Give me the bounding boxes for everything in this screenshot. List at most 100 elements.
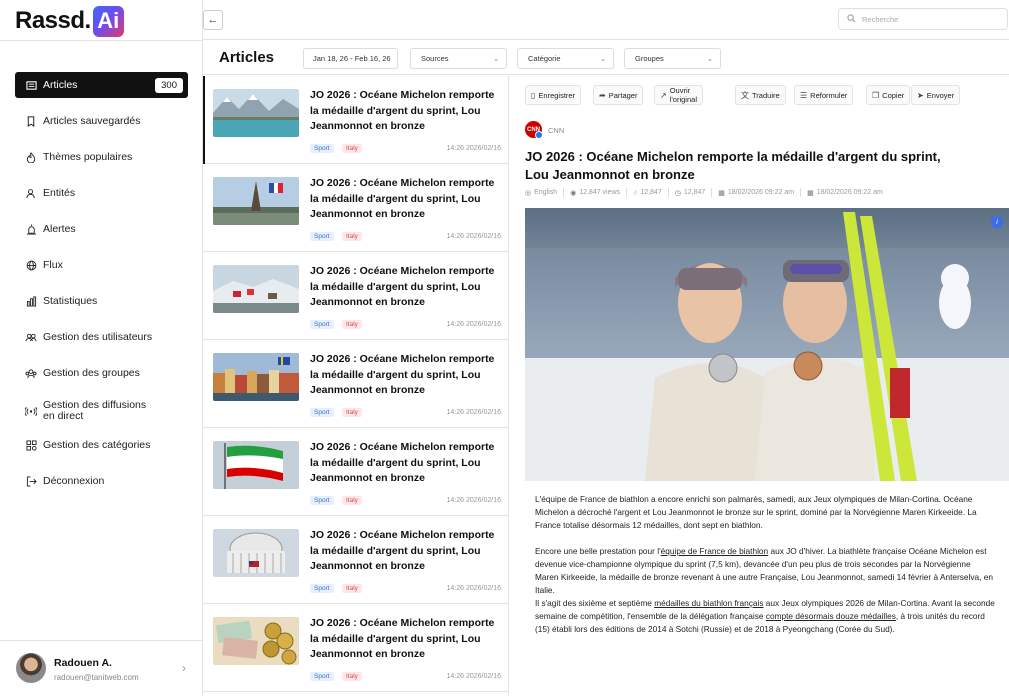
link-twelve-medals[interactable]: compte désormais douze médailles: [766, 611, 896, 621]
tag-italy: Italy: [342, 672, 362, 681]
article-body: L'équipe de France de biathlon a encore …: [535, 493, 995, 649]
sources-filter[interactable]: Sources ⌄: [410, 48, 507, 69]
tag-italy: Italy: [342, 408, 362, 417]
search-placeholder: Recherche: [862, 14, 899, 24]
share-button[interactable]: ➦ Partager: [593, 85, 644, 105]
article-thumbnail: [213, 89, 299, 137]
sidebar-item-entities[interactable]: Entités: [15, 180, 188, 206]
article-paragraph: Il s'agit des sixième et septième médail…: [535, 597, 995, 636]
open-original-label: Ouvrir l'original: [669, 86, 697, 104]
article-thumbnail: [213, 177, 299, 225]
list-item[interactable]: JO 2026 : Océane Michelon remporte la mé…: [203, 164, 508, 252]
link-french-biathlon-medals[interactable]: médailles du biathlon français: [654, 598, 763, 608]
sidebar-item-user-management[interactable]: Gestion des utilisateurs: [15, 324, 188, 350]
search-input[interactable]: Recherche: [838, 8, 1008, 30]
sidebar-item-label: Alertes: [43, 223, 76, 235]
rephrase-button[interactable]: ☰ Reformuler: [794, 85, 854, 105]
article-title: JO 2026 : Océane Michelon remporte la mé…: [310, 529, 495, 572]
sidebar-item-articles[interactable]: Articles 300: [15, 72, 188, 98]
meta-likes: 12,847: [640, 189, 662, 196]
sources-label: Sources: [421, 54, 449, 63]
save-label: Enregistrer: [538, 90, 576, 100]
groups-label: Groupes: [635, 54, 664, 63]
article-title: JO 2026 : Océane Michelon remporte la mé…: [310, 441, 495, 484]
filter-bar: Articles Jan 18, 26 - Feb 16, 26 Sources…: [203, 41, 1009, 75]
divider: [0, 40, 203, 41]
groups-filter[interactable]: Groupes ⌄: [624, 48, 721, 69]
share-icon: ➦: [599, 90, 606, 100]
divider: [667, 188, 669, 197]
sidebar-item-label: Articles: [43, 79, 78, 91]
translate-button[interactable]: 文 Traduire: [735, 85, 786, 105]
chevron-down-icon: ⌄: [600, 55, 606, 63]
tag-italy: Italy: [342, 320, 362, 329]
calendar-icon: ▦: [718, 189, 725, 197]
link-france-biathlon-team[interactable]: équipe de France de biathlon: [661, 546, 768, 556]
users-icon: [25, 331, 37, 343]
list-item[interactable]: JO 2026 : Océane Michelon remporte la mé…: [203, 76, 508, 164]
article-meta: ◎ English ◉ 12,847 views ☝ 12,847 ◷ 12,8…: [525, 188, 883, 197]
tag-sport: Sport: [310, 232, 334, 241]
bookmark-icon: [25, 115, 37, 127]
sidebar-item-label: Statistiques: [43, 295, 98, 307]
list-item[interactable]: JO 2026 : Océane Michelon remporte la mé…: [203, 252, 508, 340]
date-range-filter[interactable]: Jan 18, 26 - Feb 16, 26: [303, 48, 398, 69]
tag-italy: Italy: [342, 496, 362, 505]
sidebar-item-label: Flux: [43, 259, 63, 271]
broadcast-icon: [25, 405, 37, 417]
article-paragraph: Encore une belle prestation pour l'équip…: [535, 545, 995, 597]
send-label: Envoyer: [926, 90, 955, 100]
chevron-down-icon: ⌄: [493, 55, 499, 63]
user-profile[interactable]: Radouen A. radouen@tanitweb.com ›: [0, 640, 203, 696]
back-button[interactable]: ←: [203, 10, 223, 30]
sidebar: Rassd. Ai Articles 300 Articles sauvegar…: [0, 0, 203, 696]
list-item[interactable]: JO 2026 : Océane Michelon remporte la mé…: [203, 604, 508, 692]
save-button[interactable]: ▯ Enregistrer: [525, 85, 582, 105]
chevron-right-icon[interactable]: ›: [182, 661, 186, 675]
sidebar-item-live-broadcasts[interactable]: Gestion des diffusions en direct: [15, 396, 188, 426]
newspaper-icon: [25, 79, 37, 91]
calendar-icon: ▦: [807, 189, 814, 197]
sidebar-item-statistics[interactable]: Statistiques: [15, 288, 188, 314]
source-name: CNN: [548, 126, 565, 135]
logo[interactable]: Rassd. Ai: [15, 5, 124, 37]
thumbs-up-icon: ☝: [633, 189, 638, 197]
sidebar-item-group-management[interactable]: Gestion des groupes: [15, 360, 188, 386]
tag-italy: Italy: [342, 144, 362, 153]
list-item[interactable]: JO 2026 : Océane Michelon remporte la mé…: [203, 340, 508, 428]
date-range-value: Jan 18, 26 - Feb 16, 26: [313, 54, 391, 63]
category-filter[interactable]: Catégorie ⌄: [517, 48, 614, 69]
facebook-icon: [535, 131, 543, 139]
sidebar-item-category-management[interactable]: Gestion des catégories: [15, 432, 188, 458]
sidebar-item-logout[interactable]: Déconnexion: [15, 468, 188, 494]
clock-icon: ◷: [674, 189, 681, 197]
sidebar-item-label: Gestion des groupes: [43, 367, 140, 379]
sidebar-item-label: Gestion des catégories: [43, 439, 151, 451]
meta-reads: 12,847: [683, 189, 706, 196]
top-bar: ← Recherche: [203, 0, 1009, 40]
entity-icon: [25, 187, 37, 199]
category-label: Catégorie: [528, 54, 561, 63]
info-icon[interactable]: i: [991, 216, 1003, 228]
article-thumbnail: [213, 529, 299, 577]
sidebar-item-saved-articles[interactable]: Articles sauvegardés: [15, 108, 188, 134]
page-title: Articles: [219, 49, 275, 66]
sidebar-item-alerts[interactable]: Alertes: [15, 216, 188, 242]
copy-button[interactable]: ❐ Copier: [866, 85, 911, 105]
rephrase-label: Reformuler: [810, 90, 848, 100]
article-time: 14:26 2026/02/16: [446, 409, 502, 416]
meta-views: 12,847 views: [579, 189, 621, 196]
chevron-down-icon: ⌄: [707, 55, 713, 63]
article-time: 14:26 2026/02/16: [446, 321, 502, 328]
list-item[interactable]: JO 2026 : Océane Michelon remporte la mé…: [203, 428, 508, 516]
open-original-button[interactable]: ↗ Ouvrir l'original: [654, 85, 703, 105]
list-item[interactable]: JO 2026 : Océane Michelon remporte la mé…: [203, 516, 508, 604]
article-time: 14:26 2026/02/16: [446, 673, 502, 680]
sidebar-item-label-line2: en direct: [43, 410, 84, 422]
send-icon: ➤: [917, 90, 924, 100]
sidebar-item-popular-themes[interactable]: Thèmes populaires: [15, 144, 188, 170]
share-label: Partager: [608, 90, 638, 100]
article-thumbnail: [213, 441, 299, 489]
sidebar-item-flux[interactable]: Flux: [15, 252, 188, 278]
send-button[interactable]: ➤ Envoyer: [911, 85, 961, 105]
